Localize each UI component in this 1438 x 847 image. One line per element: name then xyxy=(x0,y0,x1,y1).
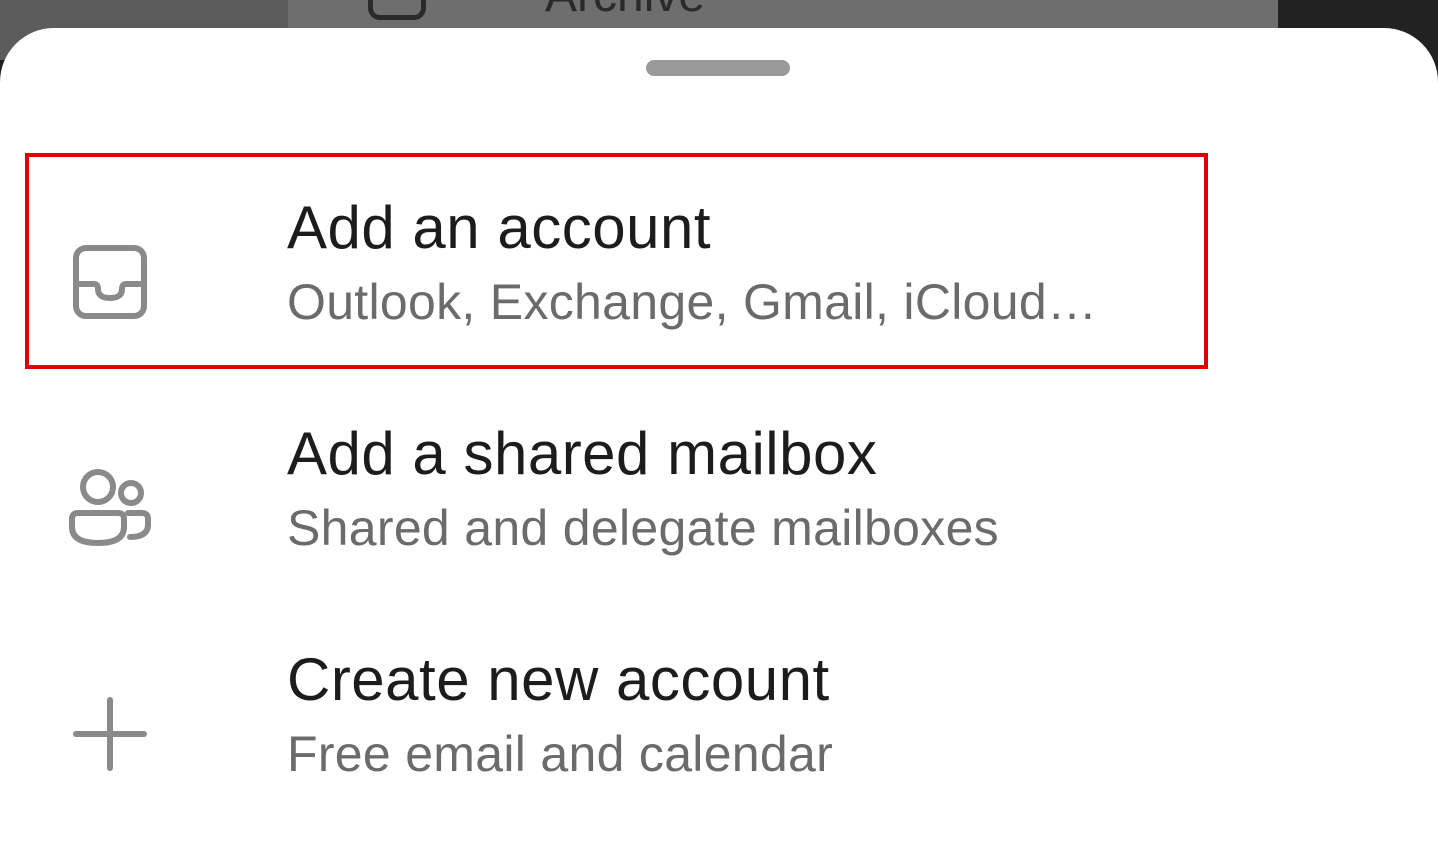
drag-handle[interactable] xyxy=(646,60,790,76)
archive-icon xyxy=(368,0,426,20)
add-account-title: Add an account xyxy=(287,194,711,261)
add-shared-mailbox-option[interactable]: Add a shared mailbox Shared and delegate… xyxy=(0,382,1438,592)
add-account-option[interactable]: Add an account Outlook, Exchange, Gmail,… xyxy=(0,156,1438,366)
plus-icon xyxy=(62,686,158,782)
create-new-account-option[interactable]: Create new account Free email and calend… xyxy=(0,608,1438,818)
add-shared-mailbox-subtitle: Shared and delegate mailboxes xyxy=(287,500,999,556)
create-new-account-title: Create new account xyxy=(287,646,830,713)
create-new-account-subtitle: Free email and calendar xyxy=(287,726,834,782)
add-account-subtitle: Outlook, Exchange, Gmail, iCloud… xyxy=(287,274,1098,330)
people-icon xyxy=(62,461,158,557)
bottom-sheet: Add an account Outlook, Exchange, Gmail,… xyxy=(0,28,1438,847)
background-archive-label: Archive xyxy=(545,0,705,23)
inbox-tray-icon xyxy=(62,234,158,330)
add-shared-mailbox-title: Add a shared mailbox xyxy=(287,420,878,487)
